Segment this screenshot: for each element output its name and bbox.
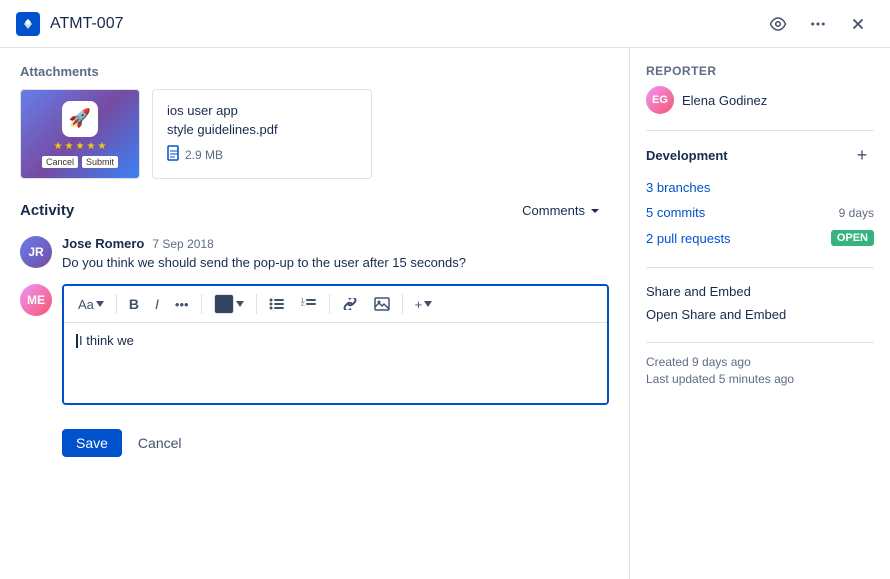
comments-dropdown[interactable]: Comments xyxy=(514,199,609,222)
more-options-button[interactable] xyxy=(802,8,834,40)
reporter-name: Elena Godinez xyxy=(682,93,767,108)
attachment-file[interactable]: ios user appstyle guidelines.pdf 2.9 MB xyxy=(152,89,372,179)
reporter-avatar: EG xyxy=(646,86,674,114)
divider-2 xyxy=(646,267,874,268)
branches-row: 3 branches xyxy=(646,175,874,200)
reply-editor-row: ME Aa B I ••• xyxy=(20,284,609,415)
comment-content: Jose Romero 7 Sep 2018 Do you think we s… xyxy=(62,236,609,270)
save-button[interactable]: Save xyxy=(62,429,122,457)
stars: ★ ★ ★ ★ ★ xyxy=(54,141,107,152)
text-style-button[interactable]: Aa xyxy=(72,293,110,316)
dev-label: Development xyxy=(646,148,728,163)
attachment-thumbnail[interactable]: 🚀 ★ ★ ★ ★ ★ Cancel Submit xyxy=(20,89,140,179)
editor-container: Aa B I ••• xyxy=(62,284,609,415)
editor-toolbar: Aa B I ••• xyxy=(64,286,607,323)
open-badge: OPEN xyxy=(831,230,874,246)
created-text: Created 9 days ago xyxy=(646,355,874,369)
text-cursor xyxy=(76,334,78,348)
activity-header: Activity Comments xyxy=(20,199,609,222)
header-actions xyxy=(762,8,874,40)
pull-requests-row: 2 pull requests OPEN xyxy=(646,225,874,251)
editor-actions: Save Cancel xyxy=(20,429,609,457)
meta-info: Created 9 days ago Last updated 5 minute… xyxy=(646,355,874,386)
divider-1 xyxy=(646,130,874,131)
left-panel: Attachments 🚀 ★ ★ ★ ★ ★ Cancel xyxy=(0,48,630,579)
bullet-list-button[interactable] xyxy=(263,293,291,315)
more-format-button[interactable]: ••• xyxy=(169,293,195,316)
pull-requests-link[interactable]: 2 pull requests xyxy=(646,231,731,246)
numbered-list-button[interactable]: 1. 2. xyxy=(295,293,323,315)
commits-row: 5 commits 9 days xyxy=(646,200,874,225)
current-user-avatar: ME xyxy=(20,284,52,316)
color-swatch xyxy=(214,294,234,314)
add-more-button[interactable]: + xyxy=(409,293,439,316)
commenter-avatar: JR xyxy=(20,236,52,268)
text-color-button[interactable] xyxy=(208,290,250,318)
app-icon: 🚀 xyxy=(62,101,98,137)
divider-3 xyxy=(646,342,874,343)
editor-body[interactable]: I think we xyxy=(64,323,607,403)
link-button[interactable] xyxy=(336,294,364,314)
dev-add-button[interactable]: + xyxy=(850,143,874,167)
reporter-label: Reporter xyxy=(646,64,874,78)
italic-button[interactable]: I xyxy=(149,292,165,316)
reporter-row: EG Elena Godinez xyxy=(646,86,874,114)
toolbar-divider-4 xyxy=(329,294,330,314)
close-button[interactable] xyxy=(842,8,874,40)
toolbar-divider-2 xyxy=(201,294,202,314)
comment-item: JR Jose Romero 7 Sep 2018 Do you think w… xyxy=(20,236,609,270)
share-embed-link[interactable]: Share and Embed xyxy=(646,280,874,303)
activity-section: Activity Comments JR Jose Romero 7 Sep 2… xyxy=(20,199,609,457)
file-name: ios user appstyle guidelines.pdf xyxy=(167,102,278,138)
open-share-embed-link[interactable]: Open Share and Embed xyxy=(646,303,874,326)
comment-text: Do you think we should send the pop-up t… xyxy=(62,255,609,270)
right-panel: Reporter EG Elena Godinez Development + … xyxy=(630,48,890,579)
toolbar-divider-3 xyxy=(256,294,257,314)
modal-header: ATMT-007 xyxy=(0,0,890,48)
app-logo xyxy=(16,12,40,36)
attachments-section: Attachments 🚀 ★ ★ ★ ★ ★ Cancel xyxy=(20,64,609,179)
comment-meta: Jose Romero 7 Sep 2018 xyxy=(62,236,609,251)
main-layout: Attachments 🚀 ★ ★ ★ ★ ★ Cancel xyxy=(0,48,890,579)
attachments-label: Attachments xyxy=(20,64,609,79)
dev-header: Development + xyxy=(646,143,874,167)
svg-text:2.: 2. xyxy=(301,302,305,308)
bold-button[interactable]: B xyxy=(123,292,145,316)
commits-link[interactable]: 5 commits xyxy=(646,205,705,220)
toolbar-divider-1 xyxy=(116,294,117,314)
development-section: Development + 3 branches 5 commits 9 day… xyxy=(646,143,874,251)
issue-title: ATMT-007 xyxy=(50,15,762,33)
reporter-section: Reporter EG Elena Godinez xyxy=(646,64,874,114)
file-icon xyxy=(167,145,181,166)
comment-editor: Aa B I ••• xyxy=(62,284,609,405)
cancel-button[interactable]: Cancel xyxy=(130,429,190,457)
activity-label: Activity xyxy=(20,202,74,219)
file-size: 2.9 MB xyxy=(167,145,278,166)
share-section: Share and Embed Open Share and Embed xyxy=(646,280,874,326)
updated-text: Last updated 5 minutes ago xyxy=(646,372,874,386)
commits-days: 9 days xyxy=(839,206,874,220)
image-button[interactable] xyxy=(368,293,396,315)
watch-button[interactable] xyxy=(762,8,794,40)
comment-author: Jose Romero xyxy=(62,236,144,251)
attachments-row: 🚀 ★ ★ ★ ★ ★ Cancel Submit xyxy=(20,89,609,179)
toolbar-divider-5 xyxy=(402,294,403,314)
comment-date: 7 Sep 2018 xyxy=(152,237,213,251)
branches-link[interactable]: 3 branches xyxy=(646,180,710,195)
